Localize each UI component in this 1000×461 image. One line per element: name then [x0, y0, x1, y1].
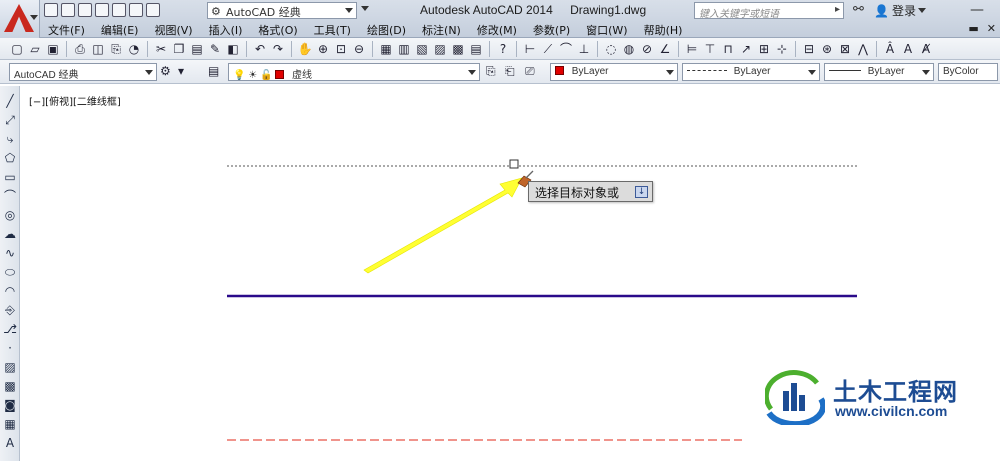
tooltip-text: 选择目标对象或 [535, 186, 620, 200]
civilcn-logo-icon [765, 370, 825, 425]
watermark-url: www.civilcn.com [835, 403, 948, 419]
command-tooltip: 选择目标对象或 ↓ [528, 181, 653, 202]
watermark: 土木工程网 www.civilcn.com [765, 367, 975, 427]
arrow-down-icon[interactable]: ↓ [635, 186, 648, 198]
watermark-title: 土木工程网 [833, 379, 958, 406]
grip-square[interactable] [509, 159, 519, 169]
yellow-arrow [363, 177, 523, 274]
